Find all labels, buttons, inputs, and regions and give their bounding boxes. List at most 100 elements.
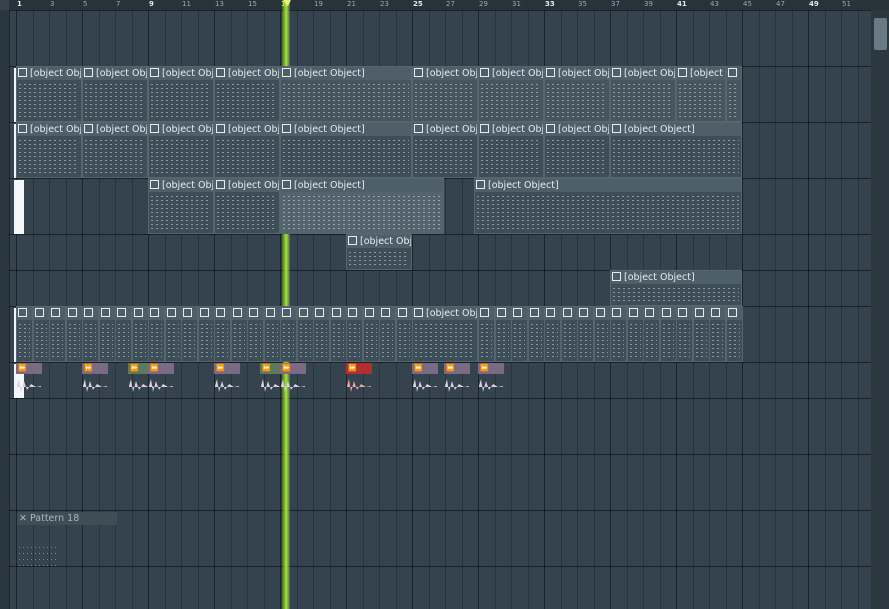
pattern-menu-icon[interactable]	[282, 308, 291, 317]
pattern-clip[interactable]	[346, 306, 363, 362]
pattern-clip-header[interactable]	[264, 307, 280, 320]
audio-clip[interactable]: ⏩	[214, 363, 240, 397]
pattern-menu-icon[interactable]	[381, 308, 390, 317]
pattern-clip-header[interactable]	[314, 307, 329, 320]
pattern-menu-icon[interactable]	[678, 68, 687, 77]
pattern-clip[interactable]	[65, 306, 83, 362]
pattern-menu-icon[interactable]	[562, 308, 572, 317]
pattern-clip-header[interactable]	[594, 307, 610, 320]
audio-clip[interactable]: ⏩	[16, 363, 42, 397]
pattern-menu-icon[interactable]	[480, 68, 489, 77]
pattern-clip-header[interactable]	[99, 307, 115, 320]
pattern-clip-header[interactable]	[479, 307, 494, 320]
pattern-clip-header[interactable]	[578, 307, 593, 320]
audio-clip[interactable]: ⏩	[412, 363, 438, 397]
pattern-clip[interactable]	[230, 306, 248, 362]
pattern-clip[interactable]: [object Object]	[544, 66, 610, 122]
pattern-clip-header[interactable]: [object Object]	[215, 67, 279, 80]
pattern-clip[interactable]: [object Object]	[16, 66, 82, 122]
pattern-clip-header[interactable]	[182, 307, 197, 320]
pattern-clip[interactable]	[181, 306, 198, 362]
pattern-clip-header[interactable]	[512, 307, 527, 320]
pattern-clip-header[interactable]	[17, 307, 32, 320]
pattern-clip-header[interactable]: [object Object]	[149, 179, 213, 192]
pattern-clip-header[interactable]: [object Object]	[413, 123, 477, 136]
pattern-clip-header[interactable]: [object Object]	[83, 67, 147, 80]
pattern-clip[interactable]: [object Object]	[412, 306, 478, 362]
pattern-clip-header[interactable]	[660, 307, 676, 320]
pattern-menu-icon[interactable]	[84, 124, 93, 133]
pattern-menu-icon[interactable]	[348, 236, 357, 245]
pattern-clip-header[interactable]	[644, 307, 659, 320]
pattern-clip-header[interactable]: [object Object]	[149, 67, 213, 80]
pattern-clip-header[interactable]: [object Object]	[347, 235, 411, 248]
pattern-clip-header[interactable]: [object Object]	[611, 123, 741, 136]
pattern-clip[interactable]	[709, 306, 726, 362]
pattern-menu-icon[interactable]	[315, 308, 324, 317]
pattern-menu-icon[interactable]	[199, 308, 209, 317]
pattern-clip-header[interactable]: [object Object]	[281, 179, 443, 192]
pattern-menu-icon[interactable]	[150, 308, 159, 317]
audio-clip[interactable]: ⏩	[444, 363, 470, 397]
audio-clip[interactable]: ⏩	[148, 363, 174, 397]
pattern-menu-icon[interactable]	[480, 124, 489, 133]
pattern-clip-header[interactable]: [object Object]	[479, 67, 543, 80]
pattern-clip-header[interactable]	[165, 307, 181, 320]
pattern-clip-header[interactable]: [object Object]	[281, 123, 411, 136]
pattern-clip[interactable]	[692, 306, 710, 362]
pattern-menu-icon[interactable]	[397, 308, 407, 317]
pattern-clip-header[interactable]	[710, 307, 725, 320]
pattern-clip[interactable]	[131, 306, 149, 362]
pattern-clip[interactable]	[659, 306, 677, 362]
pattern-clip-header[interactable]	[495, 307, 511, 320]
pattern-menu-icon[interactable]	[546, 124, 555, 133]
pattern-clip[interactable]: [object Object]	[610, 270, 742, 306]
pattern-clip-header[interactable]: [object Object]	[677, 67, 725, 80]
pattern-clip[interactable]: [object Object]	[214, 122, 280, 178]
pattern-clip[interactable]	[164, 306, 182, 362]
pattern-clip-header[interactable]	[726, 307, 742, 320]
pattern-clip[interactable]: [object Object]	[280, 178, 444, 234]
playhead-marker-icon[interactable]	[283, 0, 291, 6]
pattern-clip[interactable]	[32, 306, 50, 362]
pattern-clip[interactable]	[362, 306, 380, 362]
muted-pattern-clip[interactable]: ✕ Pattern 18	[17, 512, 117, 568]
pattern-clip[interactable]: [object Object]	[148, 122, 214, 178]
audio-clip-header[interactable]: ⏩	[412, 363, 438, 374]
pattern-clip[interactable]: [object Object]	[82, 66, 148, 122]
pattern-clip[interactable]: [object Object]	[82, 122, 148, 178]
pattern-menu-icon[interactable]	[414, 68, 423, 77]
pattern-clip[interactable]	[544, 306, 561, 362]
pattern-clip[interactable]: [object Object]	[214, 178, 280, 234]
pattern-clip[interactable]	[49, 306, 66, 362]
pattern-clip-header[interactable]: [object Object]	[215, 179, 279, 192]
pattern-clip[interactable]: [object Object]	[610, 66, 676, 122]
pattern-clip-header[interactable]: [object Object]	[545, 67, 609, 80]
pattern-menu-icon[interactable]	[282, 68, 291, 77]
pattern-clip[interactable]	[379, 306, 396, 362]
pattern-clip-header[interactable]: [object Object]	[545, 123, 609, 136]
pattern-clip[interactable]: [object Object]	[412, 66, 478, 122]
pattern-menu-icon[interactable]	[84, 68, 93, 77]
pattern-clip[interactable]	[197, 306, 215, 362]
pattern-clip[interactable]: [object Object]	[148, 66, 214, 122]
pattern-menu-icon[interactable]	[166, 308, 176, 317]
pattern-clip[interactable]	[115, 306, 132, 362]
pattern-clip-header[interactable]	[693, 307, 709, 320]
pattern-menu-icon[interactable]	[579, 308, 588, 317]
pattern-menu-icon[interactable]	[216, 124, 225, 133]
audio-clip[interactable]: ⏩	[346, 363, 372, 397]
pattern-clip-header[interactable]	[347, 307, 362, 320]
pattern-clip[interactable]	[247, 306, 264, 362]
pattern-menu-icon[interactable]	[728, 68, 737, 77]
pattern-clip-header[interactable]: [object Object]	[611, 271, 741, 284]
pattern-menu-icon[interactable]	[496, 308, 506, 317]
pattern-clip-header[interactable]	[545, 307, 560, 320]
audio-clip-header[interactable]: ⏩	[82, 363, 108, 374]
pattern-clip[interactable]	[511, 306, 528, 362]
pattern-clip[interactable]	[82, 306, 99, 362]
pattern-clip[interactable]	[214, 306, 231, 362]
pattern-clip[interactable]: [object Object]	[214, 66, 280, 122]
pattern-clip-header[interactable]	[248, 307, 263, 320]
pattern-clip[interactable]	[676, 306, 693, 362]
